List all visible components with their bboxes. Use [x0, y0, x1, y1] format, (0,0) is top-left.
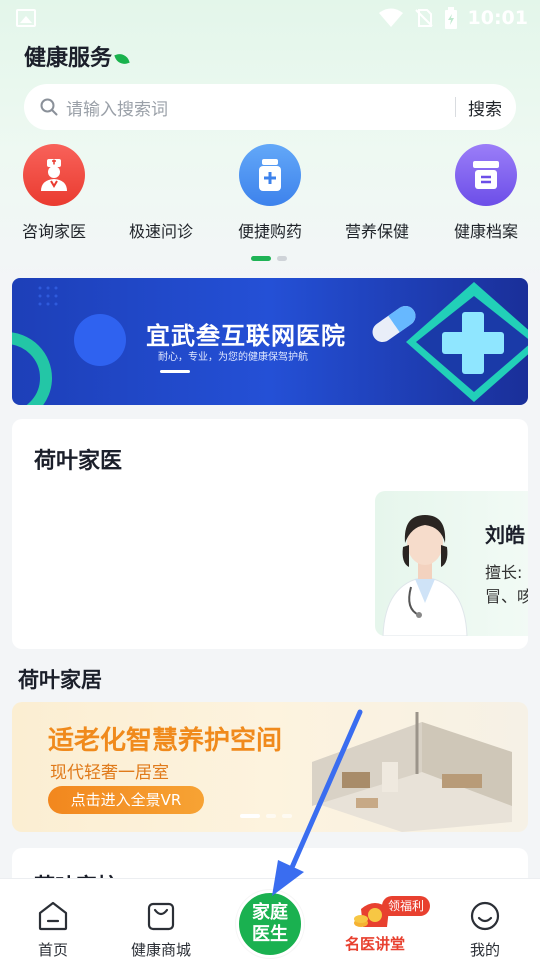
service-label: 咨询家医 — [21, 222, 86, 241]
nutrition-icon — [346, 144, 408, 206]
search-input[interactable]: 请输入搜索词 — [66, 95, 455, 120]
tab-me[interactable]: 我的 — [440, 901, 530, 960]
tab-home[interactable]: 首页 — [8, 901, 98, 960]
status-time: 10:01 — [467, 7, 528, 29]
search-button[interactable]: 搜索 — [468, 95, 502, 120]
banner-title: 宜武叁互联网医院 — [146, 322, 346, 350]
status-bar: 10:01 — [0, 0, 540, 36]
page-dot — [282, 814, 292, 818]
gallery-icon — [16, 9, 36, 27]
home-icon — [38, 901, 68, 931]
search-divider — [455, 97, 456, 117]
tab-label: 健康商城 — [130, 941, 191, 959]
smile-icon — [470, 901, 500, 931]
tab-label: 我的 — [469, 941, 500, 959]
vr-page-indicator — [240, 814, 292, 818]
vr-banner-subtitle: 现代轻奢一居室 — [50, 763, 169, 783]
vr-banner[interactable]: 适老化智慧养护空间 现代轻奢一居室 点击进入全景VR — [12, 702, 528, 832]
service-label: 极速问诊 — [128, 222, 193, 241]
family-doctor-card: 荷叶家医 刘皓 擅长: 冒、咳 — [12, 419, 528, 649]
service-health-archive[interactable]: 健康档案 — [436, 144, 536, 242]
tab-center-label-line2: 医生 — [252, 924, 288, 945]
service-label: 健康档案 — [453, 222, 518, 241]
medicine-bottle-icon — [239, 144, 301, 206]
doctor-avatar — [382, 515, 468, 636]
service-grid: 咨询家医 极速问诊 便捷购药 营养保健 健康档案 — [0, 144, 540, 244]
doctor-icon — [23, 144, 85, 206]
hospital-banner[interactable]: 宜武叁互联网医院 耐心，专业，为您的健康保驾护航 — [12, 278, 528, 405]
service-fast-consult[interactable]: 极速问诊 — [111, 144, 211, 242]
section-title: 荷叶家医 — [34, 449, 123, 474]
service-nutrition[interactable]: 营养保健 — [327, 144, 427, 242]
tab-mall[interactable]: 健康商城 — [116, 901, 206, 960]
tab-center-label-line1: 家庭 — [252, 902, 288, 923]
doctor-name: 刘皓 — [485, 523, 525, 547]
service-buy-medicine[interactable]: 便捷购药 — [220, 144, 320, 242]
archive-icon — [455, 144, 517, 206]
tab-label: 首页 — [37, 941, 68, 959]
tab-label: 名医讲堂 — [344, 935, 405, 953]
section-title: 荷叶家居 — [18, 668, 102, 692]
service-consult-doctor[interactable]: 咨询家医 — [4, 144, 104, 242]
page-dot-active — [240, 814, 260, 818]
tab-family-doctor[interactable]: 家庭 医生 — [236, 890, 304, 958]
page-title: 健康服务 — [24, 40, 130, 72]
page-indicator — [251, 256, 287, 261]
banner-underline — [160, 370, 190, 373]
doctor-skill-text: 冒、咳 — [485, 587, 528, 606]
search-bar[interactable]: 请输入搜索词 搜索 — [24, 84, 516, 130]
page-title-text: 健康服务 — [24, 46, 113, 71]
doctor-skill: 擅长: 冒、咳 — [485, 561, 528, 609]
page-dot-active — [251, 256, 271, 261]
service-label: 便捷购药 — [237, 222, 302, 241]
vr-banner-title: 适老化智慧养护空间 — [48, 726, 283, 756]
banner-subtitle: 耐心，专业，为您的健康保驾护航 — [158, 352, 308, 363]
search-icon — [40, 98, 58, 116]
battery-icon — [444, 7, 457, 29]
welfare-badge: 领福利 — [382, 896, 431, 916]
doctor-skill-label: 擅长: — [485, 563, 523, 582]
shopping-bag-icon — [147, 902, 175, 931]
page-dot — [266, 814, 276, 818]
fast-consult-icon — [130, 144, 192, 206]
page-dot — [277, 256, 287, 261]
vr-enter-button[interactable]: 点击进入全景VR — [48, 786, 204, 814]
no-sim-icon — [414, 9, 433, 27]
service-label: 营养保健 — [344, 222, 409, 241]
leaf-icon — [114, 51, 130, 67]
wifi-icon — [378, 8, 403, 27]
doctor-card[interactable]: 刘皓 擅长: 冒、咳 — [375, 491, 528, 636]
